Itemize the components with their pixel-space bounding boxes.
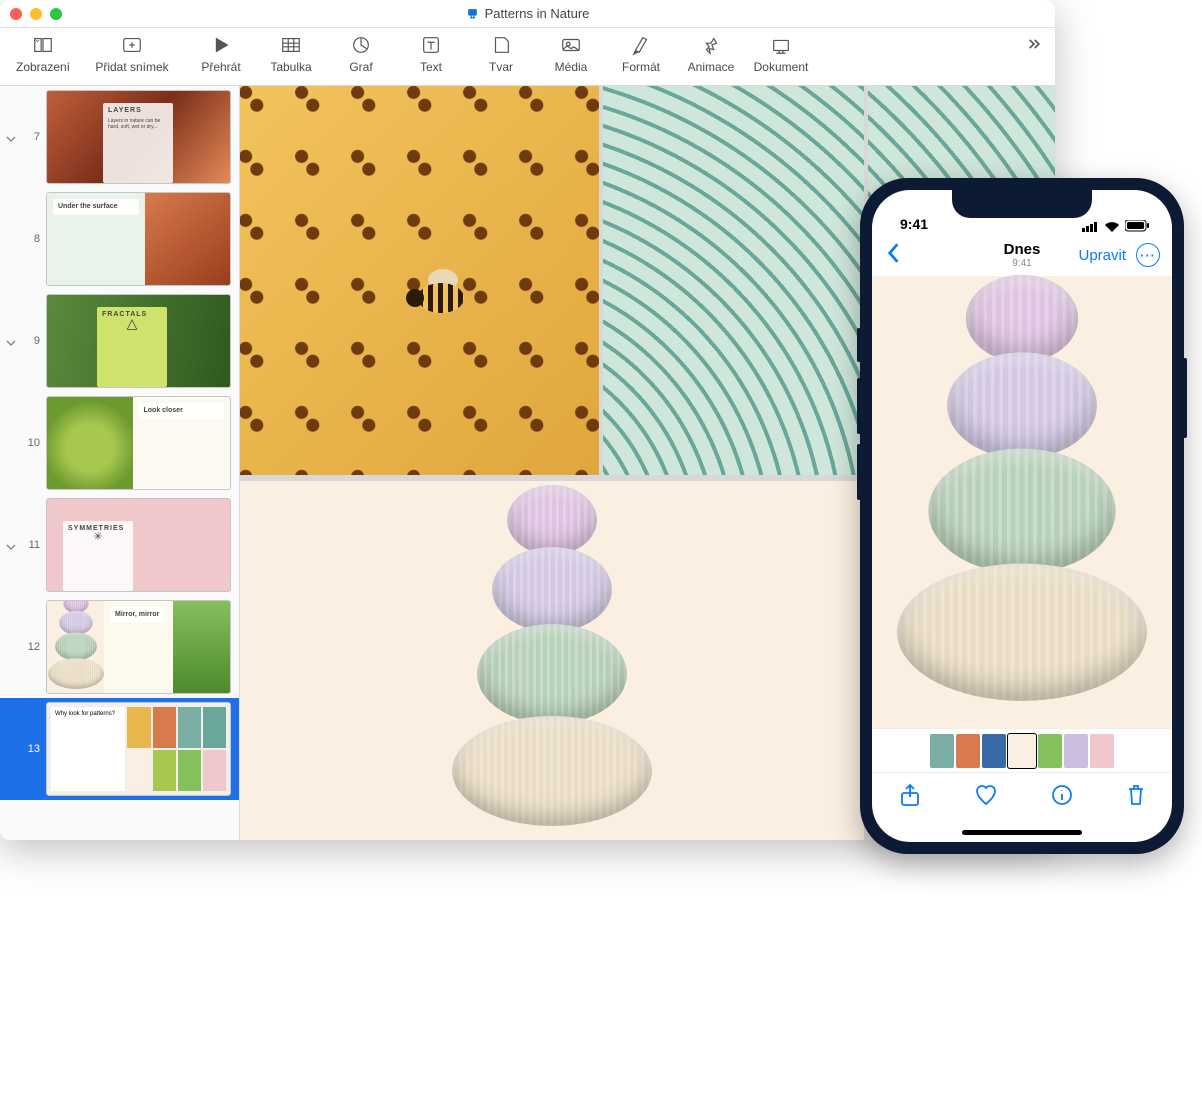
play-button[interactable]: Přehrát bbox=[190, 34, 252, 74]
chevron-left-icon bbox=[884, 242, 902, 264]
play-label: Přehrát bbox=[201, 60, 240, 74]
delete-button[interactable] bbox=[1126, 783, 1146, 812]
slide-number: 7 bbox=[24, 131, 40, 143]
slide-number: 10 bbox=[24, 437, 40, 449]
toolbar: Zobrazení Přidat snímek Přehrát Tabulka … bbox=[0, 28, 1055, 86]
add-slide-button[interactable]: Přidat snímek bbox=[82, 34, 182, 74]
chart-icon bbox=[347, 34, 375, 56]
back-button[interactable] bbox=[884, 242, 902, 269]
shape-icon bbox=[487, 34, 515, 56]
slide-thumb-11[interactable]: 11 SYMMETRIES✳ bbox=[0, 494, 239, 596]
more-button[interactable]: ··· bbox=[1136, 243, 1160, 267]
slide-navigator[interactable]: 7 LAYERSLayers in nature can be hard, so… bbox=[0, 86, 240, 840]
edit-button[interactable]: Upravit bbox=[1078, 247, 1126, 264]
photo-toolbar bbox=[872, 772, 1172, 822]
toolbar-overflow-button[interactable] bbox=[1023, 34, 1043, 59]
shape-label: Tvar bbox=[489, 60, 513, 74]
phone-volume-up bbox=[857, 378, 861, 434]
window-title-text: Patterns in Nature bbox=[485, 6, 590, 21]
battery-icon bbox=[1125, 220, 1150, 232]
view-label: Zobrazení bbox=[16, 60, 70, 74]
document-icon bbox=[767, 34, 795, 56]
slide-number: 11 bbox=[24, 539, 40, 551]
media-icon bbox=[557, 34, 585, 56]
phone-notch bbox=[952, 190, 1092, 218]
add-slide-label: Přidat snímek bbox=[95, 60, 168, 74]
minimize-button[interactable] bbox=[30, 8, 42, 20]
disclosure-icon[interactable] bbox=[6, 131, 18, 143]
text-icon bbox=[417, 34, 445, 56]
share-button[interactable] bbox=[899, 783, 921, 812]
chart-label: Graf bbox=[349, 60, 372, 74]
image-honeycomb-bee[interactable] bbox=[240, 86, 599, 475]
animate-icon bbox=[697, 34, 725, 56]
home-indicator[interactable] bbox=[872, 822, 1172, 842]
titlebar[interactable]: Patterns in Nature bbox=[0, 0, 1055, 28]
favorite-button[interactable] bbox=[974, 784, 998, 811]
media-button[interactable]: Média bbox=[540, 34, 602, 74]
play-icon bbox=[207, 34, 235, 56]
phone-volume-down bbox=[857, 444, 861, 500]
view-button[interactable]: Zobrazení bbox=[12, 34, 74, 74]
slide-thumb-10[interactable]: 10 Look closer bbox=[0, 392, 239, 494]
format-label: Formát bbox=[622, 60, 660, 74]
view-icon bbox=[29, 34, 57, 56]
signal-icon bbox=[1082, 221, 1099, 232]
status-clock: 9:41 bbox=[900, 216, 928, 232]
window-title: Patterns in Nature bbox=[0, 6, 1055, 21]
slide-thumb-12[interactable]: 12 Mirror, mirror bbox=[0, 596, 239, 698]
format-button[interactable]: Formát bbox=[610, 34, 672, 74]
slide-number: 9 bbox=[24, 335, 40, 347]
info-button[interactable] bbox=[1051, 784, 1073, 811]
wifi-icon bbox=[1104, 221, 1120, 232]
text-label: Text bbox=[420, 60, 442, 74]
chart-button[interactable]: Graf bbox=[330, 34, 392, 74]
image-urchin-stack[interactable] bbox=[240, 481, 864, 840]
table-label: Tabulka bbox=[270, 60, 311, 74]
slide-thumb-9[interactable]: 9 FRACTALS△ bbox=[0, 290, 239, 392]
photo-view[interactable] bbox=[872, 276, 1172, 728]
document-label: Dokument bbox=[754, 60, 809, 74]
slide-number: 8 bbox=[24, 233, 40, 245]
animate-label: Animace bbox=[688, 60, 735, 74]
window-controls bbox=[10, 8, 62, 20]
text-button[interactable]: Text bbox=[400, 34, 462, 74]
photos-navbar: Dnes 9:41 Upravit ··· bbox=[872, 234, 1172, 276]
disclosure-icon[interactable] bbox=[6, 335, 18, 347]
slide-thumb-7[interactable]: 7 LAYERSLayers in nature can be hard, so… bbox=[0, 86, 239, 188]
slide-number: 13 bbox=[24, 743, 40, 755]
disclosure-icon[interactable] bbox=[6, 539, 18, 551]
keynote-doc-icon bbox=[466, 7, 479, 20]
slide-number: 12 bbox=[24, 641, 40, 653]
photo-filmstrip[interactable] bbox=[872, 728, 1172, 772]
media-label: Média bbox=[555, 60, 588, 74]
document-button[interactable]: Dokument bbox=[750, 34, 812, 74]
slide-thumb-13[interactable]: 13 Why look for patterns? bbox=[0, 698, 239, 800]
shape-button[interactable]: Tvar bbox=[470, 34, 532, 74]
fullscreen-button[interactable] bbox=[50, 8, 62, 20]
phone-side-button bbox=[1183, 358, 1187, 438]
slide-thumb-8[interactable]: 8 Under the surface bbox=[0, 188, 239, 290]
iphone: 9:41 Dnes 9:41 Upravit ··· bbox=[860, 178, 1184, 1106]
animate-button[interactable]: Animace bbox=[680, 34, 742, 74]
phone-mute-switch bbox=[857, 328, 861, 362]
table-icon bbox=[277, 34, 305, 56]
table-button[interactable]: Tabulka bbox=[260, 34, 322, 74]
close-button[interactable] bbox=[10, 8, 22, 20]
format-icon bbox=[627, 34, 655, 56]
plus-icon bbox=[118, 34, 146, 56]
